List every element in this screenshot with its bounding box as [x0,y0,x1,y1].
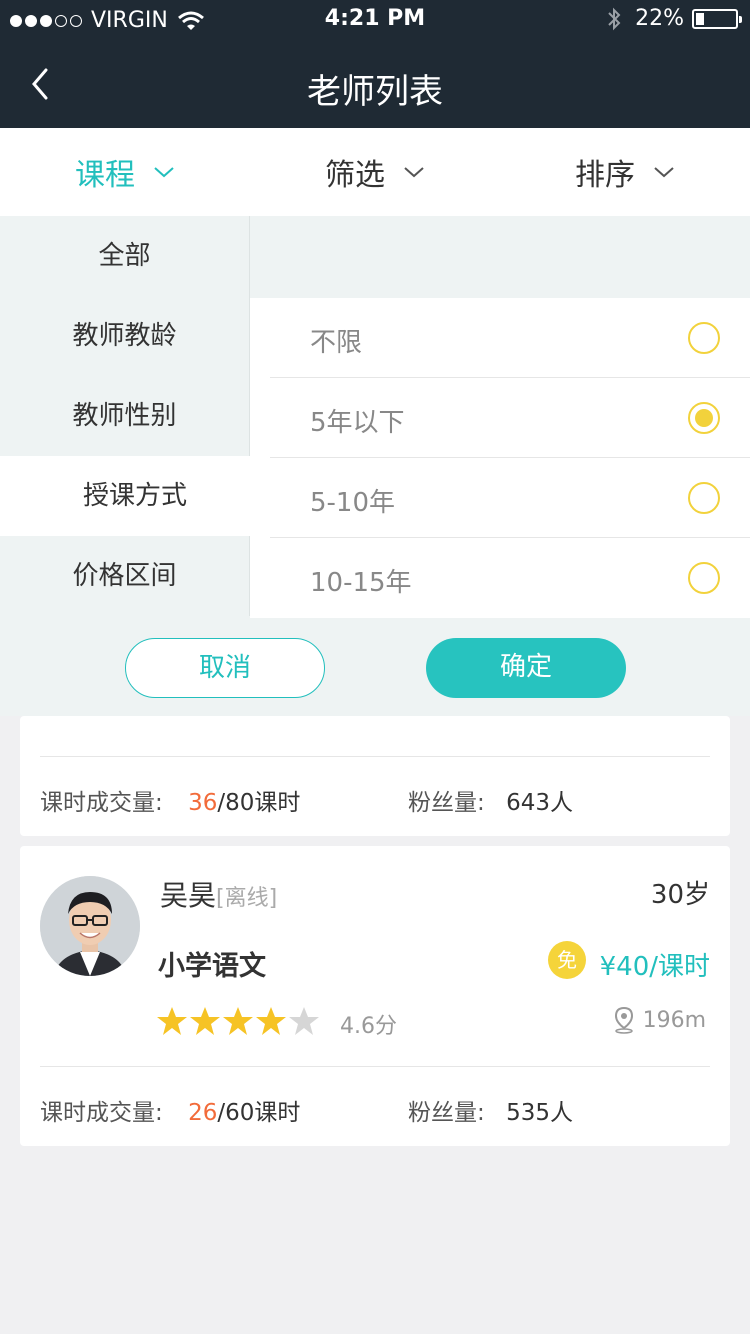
teacher-age: 30岁 [650,880,710,910]
page-title: 老师列表 [307,72,443,112]
radio-button[interactable] [688,402,720,434]
free-badge: 免 [548,941,586,979]
category-gender[interactable]: 教师性别 [0,376,250,456]
sales-done: 36 [188,790,218,816]
category-price-range[interactable]: 价格区间 [0,536,250,616]
sales-label: 课时成交量: [40,1100,163,1126]
option-row[interactable]: 不限 [270,298,750,378]
location-pin-icon [614,1006,633,1034]
option-row[interactable]: 5-10年 [270,458,750,538]
avatar [40,876,140,976]
fans-count: 643人 [506,790,573,816]
teacher-price: ¥40/课时 [599,952,710,982]
star-filled-icon [223,1007,253,1035]
teacher-photo [40,876,140,976]
tab-label: 课程 [75,158,135,193]
star-empty-icon [289,1007,319,1035]
rating-score: 4.6分 [340,1014,397,1039]
fans-label: 粉丝量: [408,790,485,816]
radio-button[interactable] [688,482,720,514]
option-label: 10-15年 [310,568,412,598]
rating-stars [156,1006,321,1036]
filter-option-list: 不限 5年以下 5-10年 10-15年 [250,298,750,618]
radio-button[interactable] [688,562,720,594]
radio-button[interactable] [688,322,720,354]
star-filled-icon [190,1007,220,1035]
sales-done: 26 [188,1100,218,1126]
battery-icon [692,8,742,29]
category-teaching-years[interactable]: 教师教龄 [0,296,250,376]
sales-stat: 课时成交量: 26/60课时 [40,1093,300,1127]
option-label: 5年以下 [310,408,405,438]
online-status: [离线] [216,886,278,911]
status-bar: VIRGIN 4:21 PM 22% [0,0,750,40]
chevron-down-icon [654,167,674,178]
cancel-button[interactable]: 取消 [125,638,325,698]
fans-stat: 粉丝量: 643人 [408,783,573,817]
distance-text: 196m [642,1007,706,1033]
nav-bar: 老师列表 [0,40,750,128]
fans-stat: 粉丝量: 535人 [408,1093,573,1127]
filter-category-list: 全部 教师教龄 教师性别 授课方式 价格区间 [0,216,270,616]
category-teaching-mode[interactable]: 授课方式 [0,456,270,536]
teacher-card[interactable]: 课时成交量: 36/80课时 粉丝量: 643人 [20,716,730,836]
teacher-card[interactable]: 吴昊[离线] 30岁 小学语文 免 ¥40/课时 4.6分 196m 课时成交量… [20,846,730,1146]
sales-total: /80课时 [217,790,301,816]
filter-tabs: 课程 筛选 排序 [0,128,750,216]
star-filled-icon [256,1007,286,1035]
tab-course[interactable]: 课程 [0,128,250,216]
category-all[interactable]: 全部 [0,216,250,296]
tab-label: 筛选 [325,158,385,193]
star-filled-icon [157,1007,187,1035]
teacher-stats: 课时成交量: 26/60课时 粉丝量: 535人 [40,1066,710,1146]
teacher-stats: 课时成交量: 36/80课时 粉丝量: 643人 [40,756,710,836]
teacher-name: 吴昊[离线] [160,874,277,914]
chevron-down-icon [404,167,424,178]
fans-count: 535人 [506,1100,573,1126]
fans-label: 粉丝量: [408,1100,485,1126]
tab-filter[interactable]: 筛选 [250,128,500,216]
option-label: 不限 [310,328,363,358]
option-label: 5-10年 [310,488,396,518]
confirm-button[interactable]: 确定 [426,638,626,698]
option-row[interactable]: 10-15年 [270,538,750,618]
teacher-subject: 小学语文 [158,951,266,982]
teacher-name-text: 吴昊 [160,879,217,912]
filter-panel: 全部 教师教龄 教师性别 授课方式 价格区间 不限 5年以下 5-10年 10-… [0,216,750,716]
sales-stat: 课时成交量: 36/80课时 [40,783,300,817]
tab-sort[interactable]: 排序 [500,128,750,216]
distance: 196m [613,1006,706,1034]
sales-total: /60课时 [217,1100,301,1126]
chevron-down-icon [154,167,174,178]
bluetooth-icon [608,7,621,30]
option-row[interactable]: 5年以下 [270,378,750,458]
tab-label: 排序 [575,158,635,193]
sales-label: 课时成交量: [40,790,163,816]
battery-percent: 22% [635,6,684,31]
